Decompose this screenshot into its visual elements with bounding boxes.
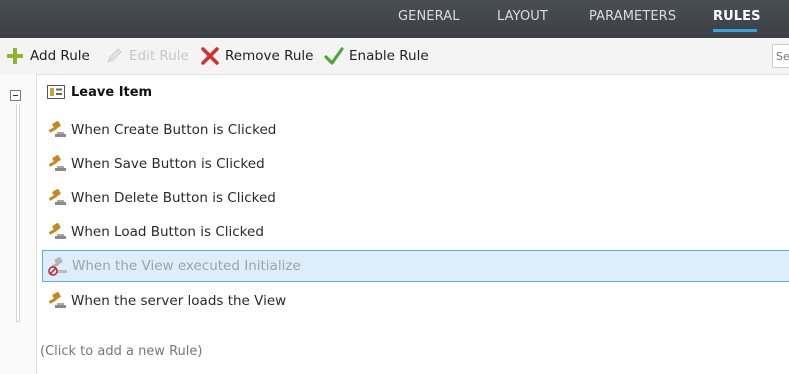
collapse-toggle-icon[interactable] xyxy=(10,90,21,101)
tab-rules[interactable]: RULES xyxy=(713,9,761,24)
add-new-rule-hint[interactable]: (Click to add a new Rule) xyxy=(40,344,202,359)
checkmark-icon xyxy=(324,47,344,65)
remove-rule-label: Remove Rule xyxy=(225,48,314,64)
enable-rule-button[interactable]: Enable Rule xyxy=(324,38,429,74)
search-input[interactable] xyxy=(772,44,789,68)
tree-item-header[interactable]: Leave Item xyxy=(47,82,152,102)
remove-x-icon xyxy=(201,47,219,65)
item-title: Leave Item xyxy=(71,84,153,100)
edit-rule-button[interactable]: Edit Rule xyxy=(104,38,189,74)
add-rule-label: Add Rule xyxy=(30,48,90,64)
gavel-icon xyxy=(48,223,66,239)
rule-label: When Create Button is Clicked xyxy=(71,122,277,138)
gavel-disabled-icon xyxy=(48,257,67,276)
rule-row[interactable]: When Delete Button is Clicked xyxy=(42,182,789,214)
tab-layout[interactable]: LAYOUT xyxy=(497,9,548,24)
enable-rule-label: Enable Rule xyxy=(349,48,429,64)
tab-general[interactable]: GENERAL xyxy=(398,9,460,24)
gavel-icon xyxy=(48,189,66,205)
gavel-icon xyxy=(48,121,66,137)
active-tab-indicator xyxy=(713,29,757,32)
tab-bar: GENERAL LAYOUT PARAMETERS RULES xyxy=(0,0,789,38)
gavel-icon xyxy=(48,155,66,171)
tab-parameters[interactable]: PARAMETERS xyxy=(589,9,676,24)
rule-row[interactable]: When Load Button is Clicked xyxy=(42,216,789,248)
gavel-icon xyxy=(48,292,66,308)
rule-row[interactable]: When the server loads the View xyxy=(42,285,789,317)
tree-connector-line xyxy=(16,104,20,322)
form-view-icon xyxy=(47,85,65,99)
rule-label: When the View executed Initialize xyxy=(72,258,301,274)
add-rule-button[interactable]: Add Rule xyxy=(5,38,90,74)
edit-rule-label: Edit Rule xyxy=(129,48,189,64)
rule-label: When Delete Button is Clicked xyxy=(71,190,276,206)
remove-rule-button[interactable]: Remove Rule xyxy=(200,38,313,74)
rules-toolbar: Add Rule Edit Rule Remove Rule Enable Ru… xyxy=(0,38,789,75)
rule-row[interactable]: When Create Button is Clicked xyxy=(42,114,789,146)
plus-icon xyxy=(7,48,23,64)
rule-label: When Save Button is Clicked xyxy=(71,156,265,172)
rule-row-selected[interactable]: When the View executed Initialize xyxy=(42,250,789,282)
rule-label: When Load Button is Clicked xyxy=(71,224,264,240)
pencil-icon xyxy=(107,48,122,63)
rule-row[interactable]: When Save Button is Clicked xyxy=(42,148,789,180)
tree-gutter xyxy=(0,74,37,374)
rule-label: When the server loads the View xyxy=(71,293,287,309)
